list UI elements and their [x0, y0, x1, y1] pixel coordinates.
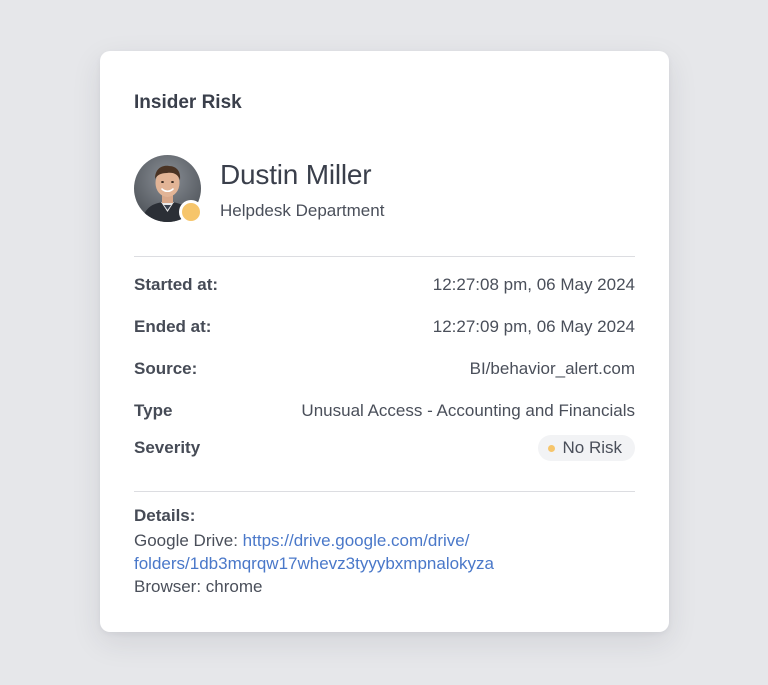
avatar[interactable]	[134, 155, 203, 224]
field-label: Severity	[134, 438, 201, 457]
field-severity: Severity No Risk	[134, 435, 635, 461]
user-profile: Dustin Miller Helpdesk Department	[134, 155, 635, 224]
field-label: Source:	[134, 359, 198, 378]
divider	[134, 491, 635, 492]
field-value: 12:27:08 pm, 06 May 2024	[432, 275, 635, 294]
drive-prefix: Google Drive:	[134, 531, 243, 550]
field-value: Unusual Access - Accounting and Financia…	[301, 401, 635, 420]
details-drive-line-2: folders/1db3mqrqw17whevz3tyyybxmpnalokyz…	[134, 552, 635, 575]
details-drive-line: Google Drive: https://drive.google.com/d…	[134, 529, 635, 552]
page-background: Insider Risk Dustin Miller Helpdesk Depa…	[0, 0, 768, 685]
details-browser: Browser: chrome	[134, 577, 263, 596]
insider-risk-card: Insider Risk Dustin Miller Helpdesk Depa…	[100, 51, 669, 632]
severity-value: No Risk	[562, 438, 622, 457]
drive-link-continued[interactable]: folders/1db3mqrqw17whevz3tyyybxmpnalokyz…	[134, 554, 494, 573]
card-title: Insider Risk	[134, 92, 242, 113]
user-name: Dustin Miller	[220, 159, 372, 190]
field-label: Type	[134, 401, 173, 420]
field-type: Type Unusual Access - Accounting and Fin…	[134, 399, 635, 423]
severity-badge: No Risk	[538, 435, 635, 461]
status-indicator	[179, 200, 203, 224]
field-value: 12:27:09 pm, 06 May 2024	[432, 317, 635, 336]
field-source: Source: BI/behavior_alert.com	[134, 357, 635, 381]
details-body: Google Drive: https://drive.google.com/d…	[134, 529, 635, 598]
field-started-at: Started at: 12:27:08 pm, 06 May 2024	[134, 273, 635, 297]
drive-link[interactable]: https://drive.google.com/drive/	[243, 531, 470, 550]
severity-dot-icon	[548, 444, 556, 452]
details-label: Details:	[134, 506, 196, 525]
field-label: Started at:	[134, 275, 219, 294]
field-label: Ended at:	[134, 317, 212, 336]
user-department: Helpdesk Department	[220, 201, 385, 220]
field-ended-at: Ended at: 12:27:09 pm, 06 May 2024	[134, 315, 635, 339]
divider	[134, 256, 635, 257]
field-value: BI/behavior_alert.com	[469, 359, 635, 378]
